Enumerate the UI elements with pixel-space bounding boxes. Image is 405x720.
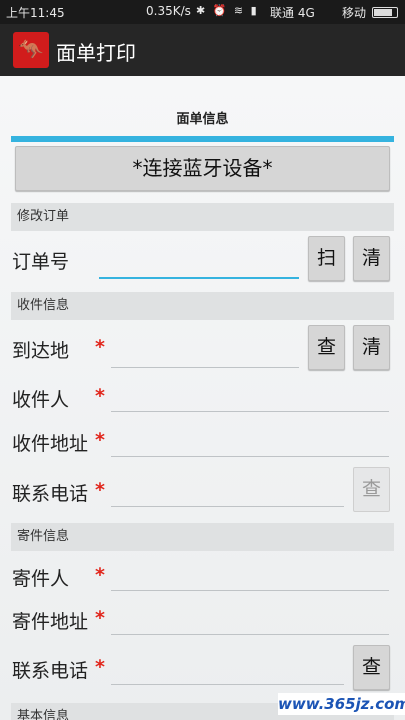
receiver-address-input[interactable] [111, 427, 389, 457]
section-header-modify-order: 修改订单 [11, 203, 394, 231]
section-header-sender: 寄件信息 [11, 523, 394, 551]
receiver-name-required-mark: * [95, 385, 105, 407]
receiver-phone-required-mark: * [95, 479, 105, 501]
receiver-phone-label: 联系电话 [12, 483, 89, 505]
action-bar: 🦘 面单打印 [0, 24, 405, 76]
sender-phone-query-button[interactable]: 查 [353, 645, 390, 690]
status-carrier-unicom: 联通 4G [270, 6, 315, 20]
receiver-name-label: 收件人 [12, 389, 70, 411]
tab-waybill-info[interactable]: 面单信息 [0, 108, 405, 127]
receiver-address-required-mark: * [95, 429, 105, 451]
sender-address-required-mark: * [95, 607, 105, 629]
sender-name-required-mark: * [95, 564, 105, 586]
destination-clear-button[interactable]: 清 [353, 325, 390, 370]
scan-order-button[interactable]: 扫 [308, 236, 345, 281]
order-no-label: 订单号 [12, 251, 70, 273]
status-time: 上午11:45 [6, 6, 65, 20]
receiver-name-input[interactable] [111, 382, 389, 412]
clear-order-button[interactable]: 清 [353, 236, 390, 281]
destination-input[interactable] [111, 338, 299, 368]
sender-address-input[interactable] [111, 605, 389, 635]
status-network-speed: 0.35K/s [146, 4, 191, 18]
sender-address-label: 寄件地址 [12, 611, 89, 633]
sender-phone-required-mark: * [95, 656, 105, 678]
app-title: 面单打印 [56, 41, 136, 65]
sender-name-label: 寄件人 [12, 568, 70, 590]
tab-indicator [11, 136, 394, 142]
connect-bluetooth-button[interactable]: *连接蓝牙设备* [15, 146, 390, 191]
sender-name-input[interactable] [111, 561, 389, 591]
watermark: www.365jz.com [278, 693, 405, 715]
destination-label: 到达地 [12, 340, 70, 362]
status-icons: ✱ ⏰ ≋ ▮ [196, 4, 259, 17]
status-carrier-mobile: 移动 [342, 6, 367, 20]
section-header-receiver: 收件信息 [11, 292, 394, 320]
order-no-input[interactable] [99, 249, 299, 279]
destination-required-mark: * [95, 336, 105, 358]
kangaroo-logo-icon: 🦘 [13, 32, 49, 68]
sender-phone-label: 联系电话 [12, 660, 89, 682]
status-bar: 上午11:45 0.35K/s ✱ ⏰ ≋ ▮ 联通 4G 移动 [0, 0, 405, 24]
battery-icon [372, 7, 398, 18]
destination-query-button[interactable]: 查 [308, 325, 345, 370]
receiver-address-label: 收件地址 [12, 433, 89, 455]
receiver-phone-input[interactable] [111, 477, 344, 507]
receiver-phone-query-button[interactable]: 查 [353, 467, 390, 512]
sender-phone-input[interactable] [111, 655, 344, 685]
